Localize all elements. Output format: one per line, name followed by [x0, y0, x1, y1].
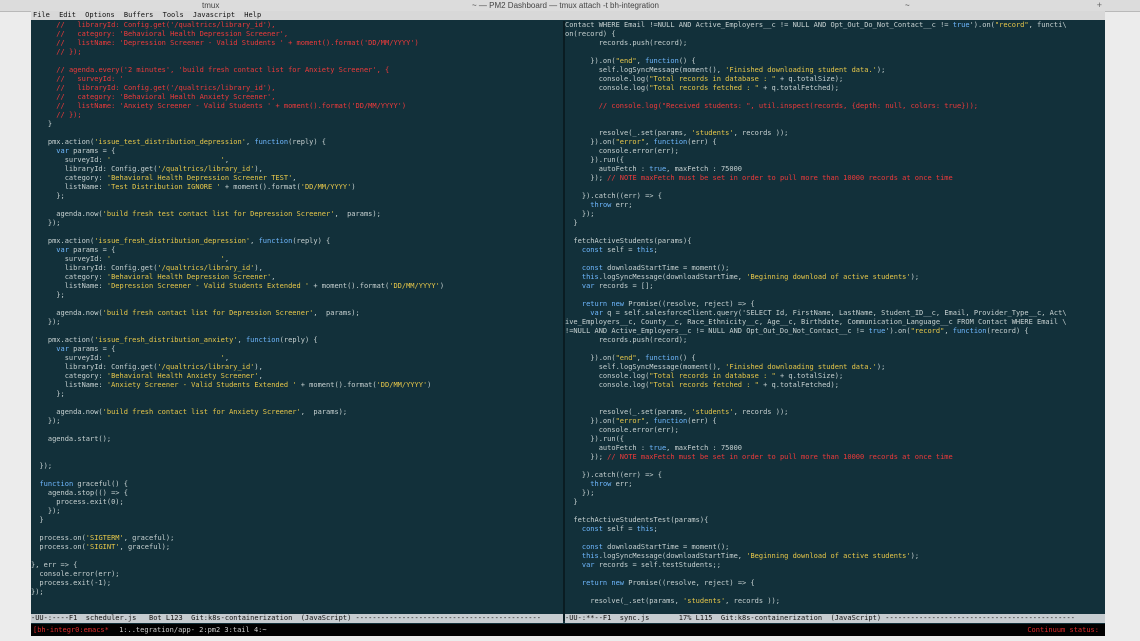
modeline-left: -UU-:----F1 scheduler.js Bot L123 Git:k8…: [31, 614, 563, 623]
sync-code[interactable]: Contact WHERE Email !=NULL AND Active_Em…: [565, 21, 1105, 606]
menu-tools[interactable]: Tools: [163, 11, 184, 19]
tmux-status-bar: [bh-integr0:emacs* 1:..tegration/app- 2:…: [31, 624, 1105, 636]
menu-buffers[interactable]: Buffers: [124, 11, 154, 19]
tmux-continuum-status: Continuum status:: [1027, 626, 1099, 634]
menu-help[interactable]: Help: [244, 11, 261, 19]
menu-options[interactable]: Options: [85, 11, 115, 19]
tab-tmux[interactable]: tmux: [202, 1, 219, 10]
menu-edit[interactable]: Edit: [59, 11, 76, 19]
tmux-windows[interactable]: 1:..tegration/app- 2:pm2 3:tail 4:~: [119, 626, 267, 634]
tab-home[interactable]: ~: [905, 1, 910, 10]
new-tab-button[interactable]: +: [1097, 0, 1102, 10]
scheduler-code[interactable]: // libraryId: Config.get('/qualtrics/lib…: [31, 21, 563, 597]
menu-javascript[interactable]: Javascript: [193, 11, 235, 19]
menu-file[interactable]: File: [33, 11, 50, 19]
modeline-right: -UU-:**--F1 sync.js 17% L115 Git:k8s-con…: [565, 614, 1105, 623]
tab-pm2-dashboard[interactable]: ~ — PM2 Dashboard — tmux attach -t bh-in…: [472, 1, 659, 10]
terminal-screen: File Edit Options Buffers Tools Javascri…: [31, 11, 1105, 636]
right-editor-pane[interactable]: Contact WHERE Email !=NULL AND Active_Em…: [565, 21, 1105, 613]
emacs-menubar: File Edit Options Buffers Tools Javascri…: [31, 11, 1105, 20]
tmux-session: [bh-integr0:emacs*: [33, 626, 109, 634]
left-editor-pane[interactable]: // libraryId: Config.get('/qualtrics/lib…: [31, 21, 563, 613]
